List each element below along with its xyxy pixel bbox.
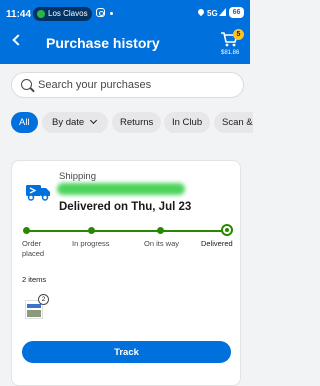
filter-chip-by-date[interactable]: By date [42,112,108,133]
filter-chip-all[interactable]: All [11,112,38,133]
step-dot-delivered [221,224,233,236]
shipping-truck-icon [26,185,50,201]
status-time: 11:44 [6,9,32,20]
location-pill[interactable]: Los Clavos [33,7,92,21]
filter-chip-label: Scan & [222,117,253,128]
battery-indicator: 66 [229,7,244,18]
product-thumbnail-image [27,310,41,317]
signal-icon [219,8,226,16]
notification-dot-icon [110,12,113,15]
product-thumbnail-band [27,304,41,308]
order-card[interactable]: Shipping Delivered on Thu, Jul 23 Order … [11,160,241,386]
page-title: Purchase history [46,35,160,51]
search-icon [21,79,32,90]
item-quantity-badge: 2 [38,294,49,305]
app-header: 11:44 Los Clavos 5G 66 Purchase history … [0,0,250,64]
network-label: 5G [207,9,218,18]
search-bar[interactable] [11,72,244,98]
progress-track-line [26,230,228,232]
shipping-label: Shipping [59,171,96,182]
back-arrow-icon[interactable] [12,34,24,46]
delivery-status-title: Delivered on Thu, Jul 23 [59,201,192,213]
redaction-highlight [57,183,185,195]
filter-chip-label: In Club [172,117,203,128]
filter-chip-scan[interactable]: Scan & [214,112,253,133]
cart-button[interactable]: 5 $81.86 [216,27,246,61]
items-count: 2 items [22,275,47,284]
instagram-icon [96,8,105,17]
location-pill-label: Los Clavos [48,9,88,18]
step-label-on-its-way: On its way [144,239,180,248]
filter-chips: All By date Returns In Club Scan & [0,112,253,134]
cart-count-badge: 5 [233,29,244,40]
step-label-order-placed: Order placed [22,239,45,258]
chevron-down-icon [90,116,98,125]
step-dot-on-its-way [157,227,164,234]
step-dot-in-progress [88,227,95,234]
cart-total: $81.86 [221,50,240,56]
location-dot-icon [37,10,45,18]
step-dot-order-placed [23,227,30,234]
step-label-in-progress: In progress [72,239,110,248]
filter-chip-label: By date [52,117,85,128]
search-input[interactable] [38,76,238,94]
filter-chip-label: All [19,117,30,128]
filter-chip-label: Returns [120,117,154,128]
filter-chip-in-club[interactable]: In Club [164,112,211,133]
track-button[interactable]: Track [22,341,231,363]
step-label-delivered: Delivered [201,239,233,248]
filter-chip-returns[interactable]: Returns [112,112,162,133]
location-icon [196,7,206,17]
